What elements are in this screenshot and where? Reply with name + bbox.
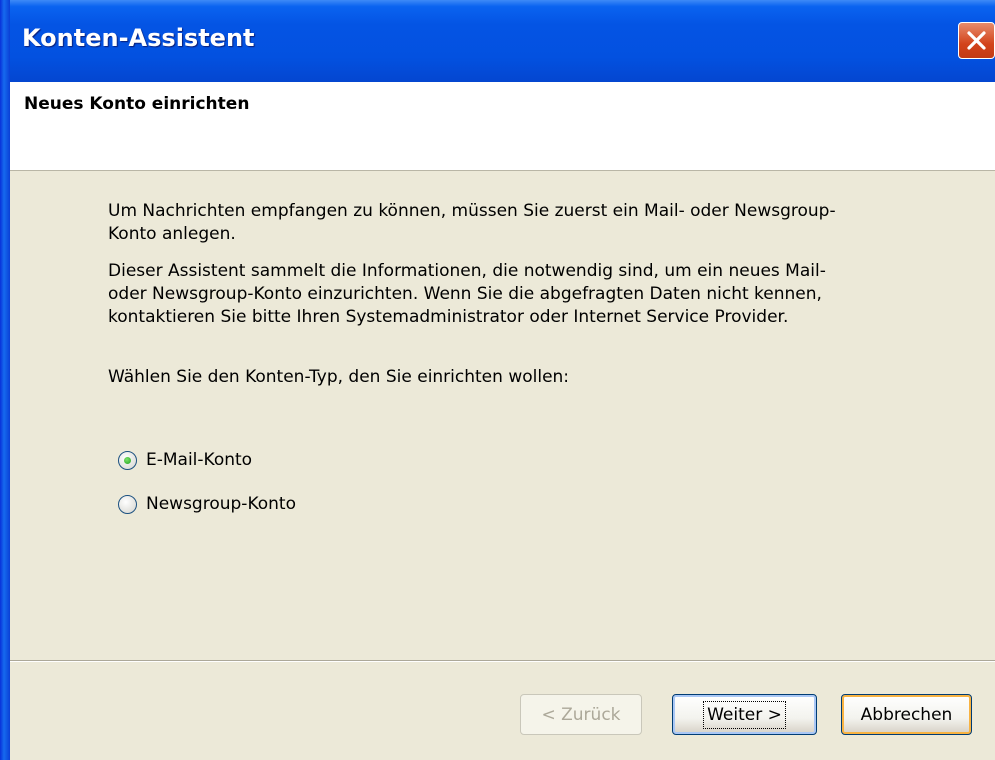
wizard-content: Neues Konto einrichten Um Nachrichten em…: [10, 82, 995, 760]
back-button-label: < Zurück: [541, 704, 621, 725]
footer-separator: [10, 660, 995, 662]
page-title: Neues Konto einrichten: [24, 94, 250, 114]
cancel-button-label: Abbrechen: [860, 704, 953, 725]
account-type-prompt: Wählen Sie den Konten-Typ, den Sie einri…: [108, 367, 570, 387]
intro-paragraph: Um Nachrichten empfangen zu können, müss…: [108, 201, 836, 244]
wizard-window: Konten-Assistent Neues Konto einrichten …: [0, 0, 995, 760]
radio-button-checked[interactable]: [118, 450, 137, 470]
radio-email-label: E-Mail-Konto: [146, 450, 253, 470]
radio-email-account[interactable]: E-Mail-Konto: [118, 448, 252, 472]
info-paragraph: Dieser Assistent sammelt die Information…: [108, 261, 826, 327]
close-icon: [967, 31, 986, 50]
title-bar[interactable]: Konten-Assistent: [0, 0, 995, 82]
window-title: Konten-Assistent: [22, 24, 255, 52]
back-button[interactable]: < Zurück: [520, 694, 642, 735]
cancel-button[interactable]: Abbrechen: [841, 694, 972, 735]
radio-newsgroup-account[interactable]: Newsgroup-Konto: [118, 492, 296, 516]
radio-button-unchecked[interactable]: [118, 494, 137, 514]
next-button-label: Weiter >: [703, 700, 786, 729]
close-button[interactable]: [958, 22, 995, 59]
window-frame-left: [0, 0, 10, 760]
wizard-header: Neues Konto einrichten: [10, 82, 995, 171]
next-button[interactable]: Weiter >: [672, 694, 817, 735]
radio-newsgroup-label: Newsgroup-Konto: [146, 494, 296, 514]
